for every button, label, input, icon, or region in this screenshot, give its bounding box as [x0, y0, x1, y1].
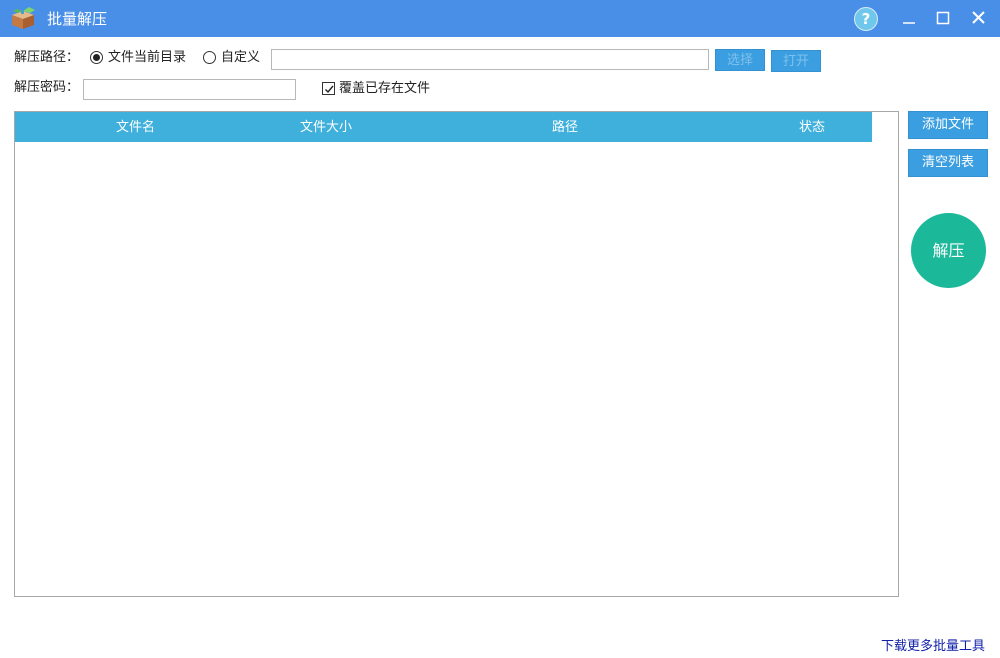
add-file-button[interactable]: 添加文件 — [908, 111, 988, 139]
overwrite-checkbox[interactable] — [322, 82, 335, 95]
column-filename[interactable]: 文件名 — [116, 119, 155, 137]
radio-custom-label[interactable]: 自定义 — [221, 49, 260, 67]
minimize-icon[interactable] — [896, 6, 922, 30]
open-button[interactable]: 打开 — [771, 50, 821, 72]
radio-current-dir[interactable] — [90, 51, 103, 64]
more-tools-link[interactable]: 下载更多批量工具 — [881, 638, 985, 656]
maximize-icon[interactable] — [930, 6, 956, 30]
password-input[interactable] — [83, 79, 296, 100]
custom-path-input[interactable] — [271, 49, 709, 70]
file-list-header: 文件名 文件大小 路径 状态 — [15, 112, 872, 142]
box-app-icon — [9, 6, 37, 30]
overwrite-label[interactable]: 覆盖已存在文件 — [339, 80, 430, 98]
radio-custom[interactable] — [203, 51, 216, 64]
help-icon[interactable]: ? — [854, 7, 878, 31]
extract-button[interactable]: 解压 — [911, 213, 986, 288]
column-status[interactable]: 状态 — [799, 119, 825, 137]
file-list[interactable]: 文件名 文件大小 路径 状态 — [14, 111, 899, 597]
close-icon[interactable] — [965, 6, 991, 30]
extract-path-label: 解压路径： — [14, 50, 80, 65]
password-label: 解压密码： — [14, 80, 80, 95]
app-window: 批量解压 ? 解压路径： 文件当前目录 自定义 选择 打开 解压密码： 覆盖已存… — [0, 0, 1000, 658]
column-filesize[interactable]: 文件大小 — [300, 119, 352, 137]
title-bar[interactable]: 批量解压 ? — [0, 0, 1000, 37]
clear-list-button[interactable]: 清空列表 — [908, 149, 988, 177]
browse-button[interactable]: 选择 — [715, 49, 765, 71]
window-title: 批量解压 — [47, 10, 108, 28]
radio-current-dir-label[interactable]: 文件当前目录 — [108, 49, 186, 67]
column-path[interactable]: 路径 — [552, 119, 578, 137]
